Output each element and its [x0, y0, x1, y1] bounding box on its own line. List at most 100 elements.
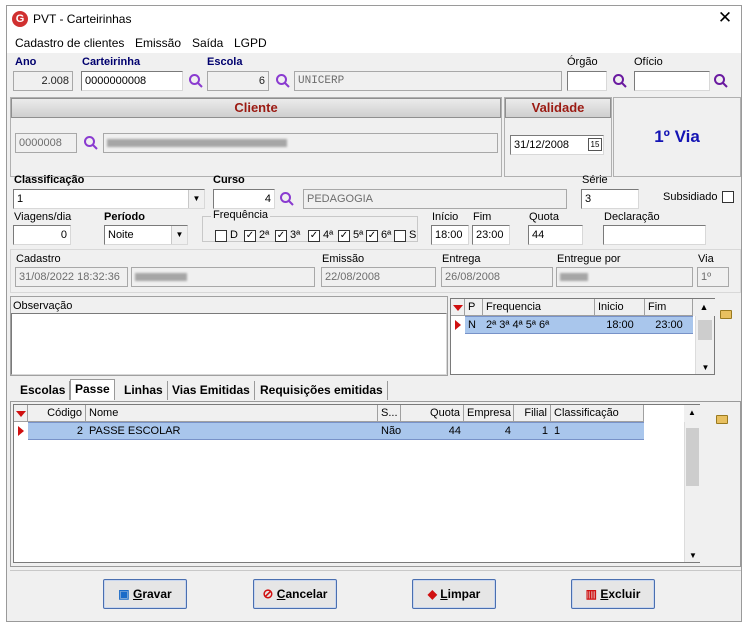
orgao-field[interactable]	[567, 71, 607, 91]
grid-header-empresa[interactable]: Empresa	[464, 405, 514, 422]
entrega-label: Entrega	[442, 253, 481, 265]
via-label: Via	[698, 253, 714, 265]
folder-icon[interactable]	[720, 310, 732, 319]
menu-emissao[interactable]: Emissão	[135, 36, 181, 50]
declaracao-label: Declaração	[604, 211, 660, 223]
tab-escolas[interactable]: Escolas	[16, 381, 71, 400]
frequencia-day-label: 3ª	[290, 229, 301, 241]
redacted-client-name	[107, 139, 287, 148]
fim-field[interactable]: 23:00	[472, 225, 510, 245]
passe-grid[interactable]: Código Nome S... Quota Empresa Filial Cl…	[13, 404, 700, 563]
observacao-textarea[interactable]	[11, 313, 447, 375]
cliente-header: Cliente	[11, 98, 501, 118]
folder-icon[interactable]	[716, 415, 728, 424]
frequencia-day-label: 4ª	[323, 229, 334, 241]
inicio-field[interactable]: 18:00	[431, 225, 469, 245]
menu-lgpd[interactable]: LGPD	[234, 36, 267, 50]
frequencia-grid[interactable]: P Frequencia Inicio Fim ▲ N 2ª 3ª 4ª 5ª …	[450, 298, 715, 375]
carteirinha-field[interactable]: 0000000008	[81, 71, 183, 91]
serie-field[interactable]: 3	[581, 189, 639, 209]
row-indicator-icon	[455, 320, 461, 330]
scroll-down-icon[interactable]: ▼	[685, 551, 701, 560]
scroll-thumb[interactable]	[698, 320, 712, 340]
menu-cadastro-clientes[interactable]: Cadastro de clientes	[15, 36, 124, 50]
curso-search-icon[interactable]	[279, 191, 295, 207]
via-field: 1º	[697, 267, 729, 287]
tab-vias-emitidas[interactable]: Vias Emitidas	[168, 381, 255, 400]
calendar-icon[interactable]: 15	[588, 138, 602, 151]
chevron-down-icon[interactable]: ▼	[188, 190, 204, 208]
validade-date-field[interactable]: 31/12/2008 15	[510, 135, 604, 155]
gravar-button[interactable]: ▣ Gravar	[103, 579, 187, 609]
oficio-search-icon[interactable]	[713, 73, 729, 89]
frequencia-checkbox[interactable]	[394, 230, 406, 242]
frequencia-checkbox[interactable]: ✓	[275, 230, 287, 242]
scroll-down-icon[interactable]: ▼	[696, 363, 715, 372]
escola-search-icon[interactable]	[275, 73, 291, 89]
frequencia-checkbox[interactable]: ✓	[366, 230, 378, 242]
grid-header-s[interactable]: S...	[378, 405, 401, 422]
grid-header-fim[interactable]: Fim	[645, 299, 693, 316]
frequencia-checkbox[interactable]: ✓	[244, 230, 256, 242]
grid-header-frequencia[interactable]: Frequencia	[483, 299, 595, 316]
excluir-button[interactable]: ▥ Excluir	[571, 579, 655, 609]
subsidiado-checkbox[interactable]	[722, 191, 734, 203]
grid-header-p[interactable]: P	[465, 299, 483, 316]
grid-header-filial[interactable]: Filial	[514, 405, 551, 422]
declaracao-field[interactable]	[603, 225, 706, 245]
tab-passe[interactable]: Passe	[70, 379, 115, 400]
periodo-select[interactable]: Noite ▼	[104, 225, 188, 245]
tab-linhas[interactable]: Linhas	[120, 381, 168, 400]
entregue-por-label: Entregue por	[557, 253, 621, 265]
title-bar: G PVT - Carteirinhas ✕	[7, 6, 741, 32]
entregue-por-field	[556, 267, 693, 287]
frequencia-checkbox[interactable]	[215, 230, 227, 242]
tab-bar: Escolas Passe Linhas Vias Emitidas Requi…	[10, 379, 741, 403]
frequencia-checkbox[interactable]: ✓	[308, 230, 320, 242]
close-icon[interactable]: ✕	[715, 8, 735, 28]
limpar-button[interactable]: ◆ Limpar	[412, 579, 496, 609]
scroll-up-icon[interactable]: ▲	[693, 299, 715, 316]
oficio-field[interactable]	[634, 71, 710, 91]
ano-label: Ano	[15, 56, 37, 68]
classificacao-label: Classificação	[14, 174, 85, 186]
frequencia-day-label: 2ª	[259, 229, 270, 241]
cancelar-button[interactable]: ⊘ Cancelar	[253, 579, 337, 609]
carteirinha-search-icon[interactable]	[188, 73, 204, 89]
frequencia-checkbox[interactable]: ✓	[338, 230, 350, 242]
row-indicator-icon	[18, 426, 24, 436]
vertical-scrollbar[interactable]: ▼	[684, 422, 700, 562]
tab-requisicoes-emitidas[interactable]: Requisições emitidas	[256, 381, 388, 400]
cadastro-label: Cadastro	[16, 253, 61, 265]
grid-header-nome[interactable]: Nome	[86, 405, 378, 422]
limpar-mnemonic: L	[440, 587, 448, 601]
curso-code-field[interactable]: 4	[213, 189, 275, 209]
grid-header-quota[interactable]: Quota	[401, 405, 464, 422]
scroll-thumb[interactable]	[686, 428, 699, 486]
cliente-search-icon[interactable]	[83, 135, 99, 151]
vertical-scrollbar[interactable]: ▼	[695, 316, 714, 374]
curso-name-field: PEDAGOGIA	[303, 189, 567, 209]
chevron-down-icon[interactable]: ▼	[171, 226, 187, 244]
viagens-field[interactable]: 0	[13, 225, 71, 245]
classificacao-select[interactable]: 1 ▼	[13, 189, 205, 209]
excluir-label: xcluir	[608, 587, 641, 601]
orgao-search-icon[interactable]	[612, 73, 628, 89]
escola-label: Escola	[207, 56, 243, 68]
grid-header-classificacao[interactable]: Classificação	[551, 405, 644, 422]
limpar-label: impar	[447, 587, 481, 601]
validade-date-text: 31/12/2008	[514, 139, 570, 151]
passe-cell-classificacao: 1	[554, 425, 561, 437]
scroll-up-icon[interactable]: ▲	[684, 405, 700, 422]
grid-header-codigo[interactable]: Código	[28, 405, 86, 422]
ano-field: 2.008	[13, 71, 73, 91]
classificacao-value: 1	[17, 193, 24, 205]
menu-saida[interactable]: Saída	[192, 36, 223, 50]
sort-indicator-icon	[453, 305, 463, 311]
grid-header-inicio[interactable]: Inicio	[595, 299, 645, 316]
quota-field[interactable]: 44	[528, 225, 583, 245]
freq-cell-fim: 23:00	[655, 319, 683, 331]
cliente-code-field: 0000008	[15, 133, 77, 153]
periodo-value: Noite	[108, 229, 134, 241]
cliente-name-field	[103, 133, 498, 153]
